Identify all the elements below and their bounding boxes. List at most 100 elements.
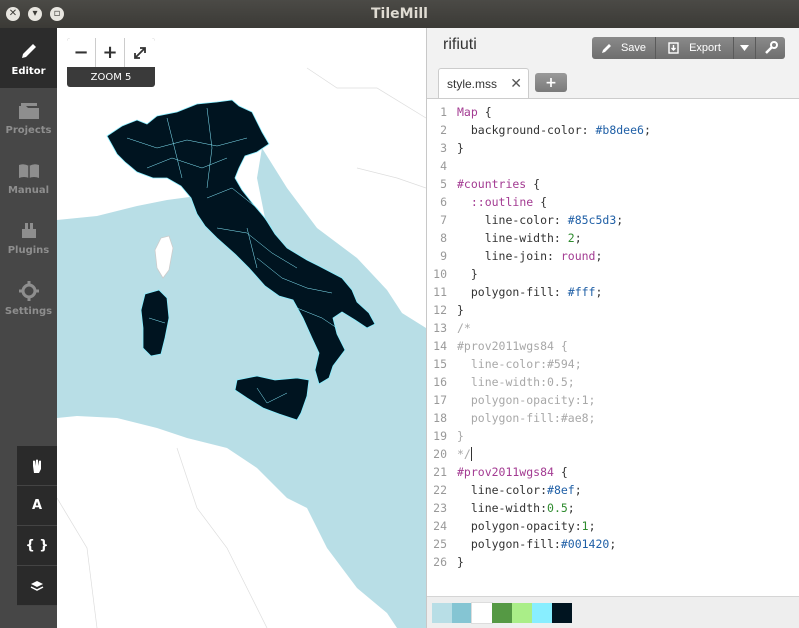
code-line[interactable]: line-color:#594; <box>457 355 582 373</box>
code-token: #8ef <box>547 483 575 497</box>
code-line[interactable]: } <box>457 427 464 445</box>
code-line[interactable]: } <box>457 301 464 319</box>
code-line[interactable]: polygon-opacity:1; <box>457 391 596 409</box>
code-token: #prov2011wgs84 <box>457 465 554 479</box>
code-line[interactable]: background-color: #b8dee6; <box>457 121 651 139</box>
code-line[interactable]: */ <box>457 445 471 463</box>
code-line[interactable]: #countries { <box>457 175 540 193</box>
code-token: #b8dee6 <box>595 123 644 137</box>
zoom-in-button[interactable]: + <box>96 38 125 67</box>
save-button[interactable]: Save <box>592 37 656 59</box>
line-number: 5 <box>440 177 447 191</box>
title-bar: ✕ ▾ ▫ TileMill <box>0 0 799 28</box>
expand-icon <box>134 46 146 59</box>
close-window-button[interactable]: ✕ <box>6 7 20 21</box>
sidebar-item-plugins[interactable]: Plugins <box>0 208 57 268</box>
line-number: 8 <box>440 231 447 245</box>
fullscreen-button[interactable] <box>125 38 155 67</box>
color-swatch[interactable] <box>512 603 532 623</box>
code-line[interactable]: line-width:0.5; <box>457 373 575 391</box>
zoom-out-button[interactable]: − <box>67 38 96 67</box>
pencil-icon <box>21 43 36 58</box>
font-tool-button[interactable]: A <box>17 486 57 526</box>
sidebar-item-label: Manual <box>7 184 50 196</box>
code-token: ; <box>616 213 624 227</box>
code-line[interactable]: line-color:#8ef; <box>457 481 582 499</box>
code-token: ; <box>609 537 617 551</box>
code-line[interactable]: line-join: round; <box>457 247 603 265</box>
zoom-level-label: ZOOM 5 <box>90 71 132 83</box>
code-line[interactable]: line-color: #85c5d3; <box>457 211 624 229</box>
line-number: 18 <box>433 411 447 425</box>
map-canvas[interactable] <box>57 28 426 628</box>
code-line[interactable]: line-width: 2; <box>457 229 582 247</box>
code-line[interactable]: ::outline { <box>457 193 547 211</box>
sidebar-item-projects[interactable]: Projects <box>0 88 57 148</box>
code-token: */ <box>457 447 471 461</box>
code-token: #001420 <box>560 537 610 551</box>
code-line[interactable]: polygon-fill: #fff; <box>457 283 603 301</box>
code-token: line-color: <box>457 483 548 497</box>
code-line[interactable]: #prov2011wgs84 { <box>457 463 568 481</box>
project-title: rifiuti <box>443 36 477 53</box>
color-swatch[interactable] <box>532 603 552 623</box>
editor-panel: rifiuti Save Export style.mss ✕ + 1 2 3 … <box>426 28 799 628</box>
code-line[interactable]: polygon-opacity:1; <box>457 517 596 535</box>
code-token: ; <box>574 231 582 245</box>
code-token: polygon-opacity: <box>457 519 582 533</box>
code-line[interactable]: } <box>457 265 478 283</box>
code-token: outline <box>484 195 534 209</box>
code-token: line-join: <box>457 249 561 263</box>
line-number: 19 <box>433 429 447 443</box>
code-token: } <box>457 429 464 443</box>
tab-label: style.mss <box>447 76 498 91</box>
code-line[interactable]: polygon-fill:#001420; <box>457 535 616 553</box>
code-line[interactable]: line-width:0.5; <box>457 499 575 517</box>
line-number: 22 <box>433 483 447 497</box>
line-number: 14 <box>433 339 447 353</box>
color-swatch[interactable] <box>452 603 472 623</box>
code-line[interactable]: } <box>457 553 464 571</box>
add-stylesheet-button[interactable]: + <box>535 73 567 92</box>
color-swatch[interactable] <box>492 603 512 623</box>
code-token: line-color: <box>457 213 568 227</box>
code-token: ; <box>643 123 651 137</box>
tab-style-mss[interactable]: style.mss ✕ <box>438 68 529 98</box>
code-token: #fff <box>567 285 596 299</box>
layers-tool-button[interactable] <box>17 566 57 606</box>
caret-down-icon <box>740 45 749 51</box>
export-dropdown-button[interactable] <box>734 37 756 59</box>
sidebar-item-settings[interactable]: Settings <box>0 268 57 328</box>
font-glyph: A <box>31 498 43 513</box>
code-token: #prov2011wgs84 { <box>457 339 568 353</box>
sidebar-item-editor[interactable]: Editor <box>0 28 57 88</box>
carto-reference-button[interactable]: { } <box>17 526 57 566</box>
code-line[interactable]: /* <box>457 319 471 337</box>
sidebar-item-manual[interactable]: Manual <box>0 148 57 208</box>
file-tabs: style.mss ✕ + <box>427 68 799 98</box>
map-view[interactable]: − + ZOOM 5 <box>57 28 426 628</box>
maximize-window-button[interactable]: ▫ <box>50 7 64 21</box>
pan-tool-button[interactable] <box>17 446 57 486</box>
line-number: 3 <box>440 141 447 155</box>
color-swatch[interactable] <box>432 603 452 623</box>
close-icon[interactable]: ✕ <box>510 75 522 92</box>
code-line[interactable]: Map { <box>457 103 492 121</box>
line-number: 17 <box>433 393 447 407</box>
line-number: 20 <box>433 447 447 461</box>
line-number: 24 <box>433 519 447 533</box>
code-token: #countries <box>457 177 527 191</box>
code-token: polygon-fill: <box>457 285 568 299</box>
code-line[interactable]: #prov2011wgs84 { <box>457 337 568 355</box>
line-number: 25 <box>433 537 447 551</box>
export-button[interactable]: Export <box>656 37 734 59</box>
code-editor[interactable]: 1 2 3 4 5 6 7 8 9 10 11 12 13 14 15 16 17 18 19 20 21 22 23 24 2… <box>427 98 799 596</box>
sidebar-item-label: Editor <box>11 65 46 77</box>
color-swatch[interactable] <box>471 602 493 624</box>
color-swatch[interactable] <box>552 603 572 623</box>
sidebar-item-label: Settings <box>4 305 53 317</box>
settings-wrench-button[interactable] <box>756 37 785 59</box>
code-line[interactable]: } <box>457 139 464 157</box>
code-line[interactable]: polygon-fill:#ae8; <box>457 409 596 427</box>
minimize-window-button[interactable]: ▾ <box>28 7 42 21</box>
